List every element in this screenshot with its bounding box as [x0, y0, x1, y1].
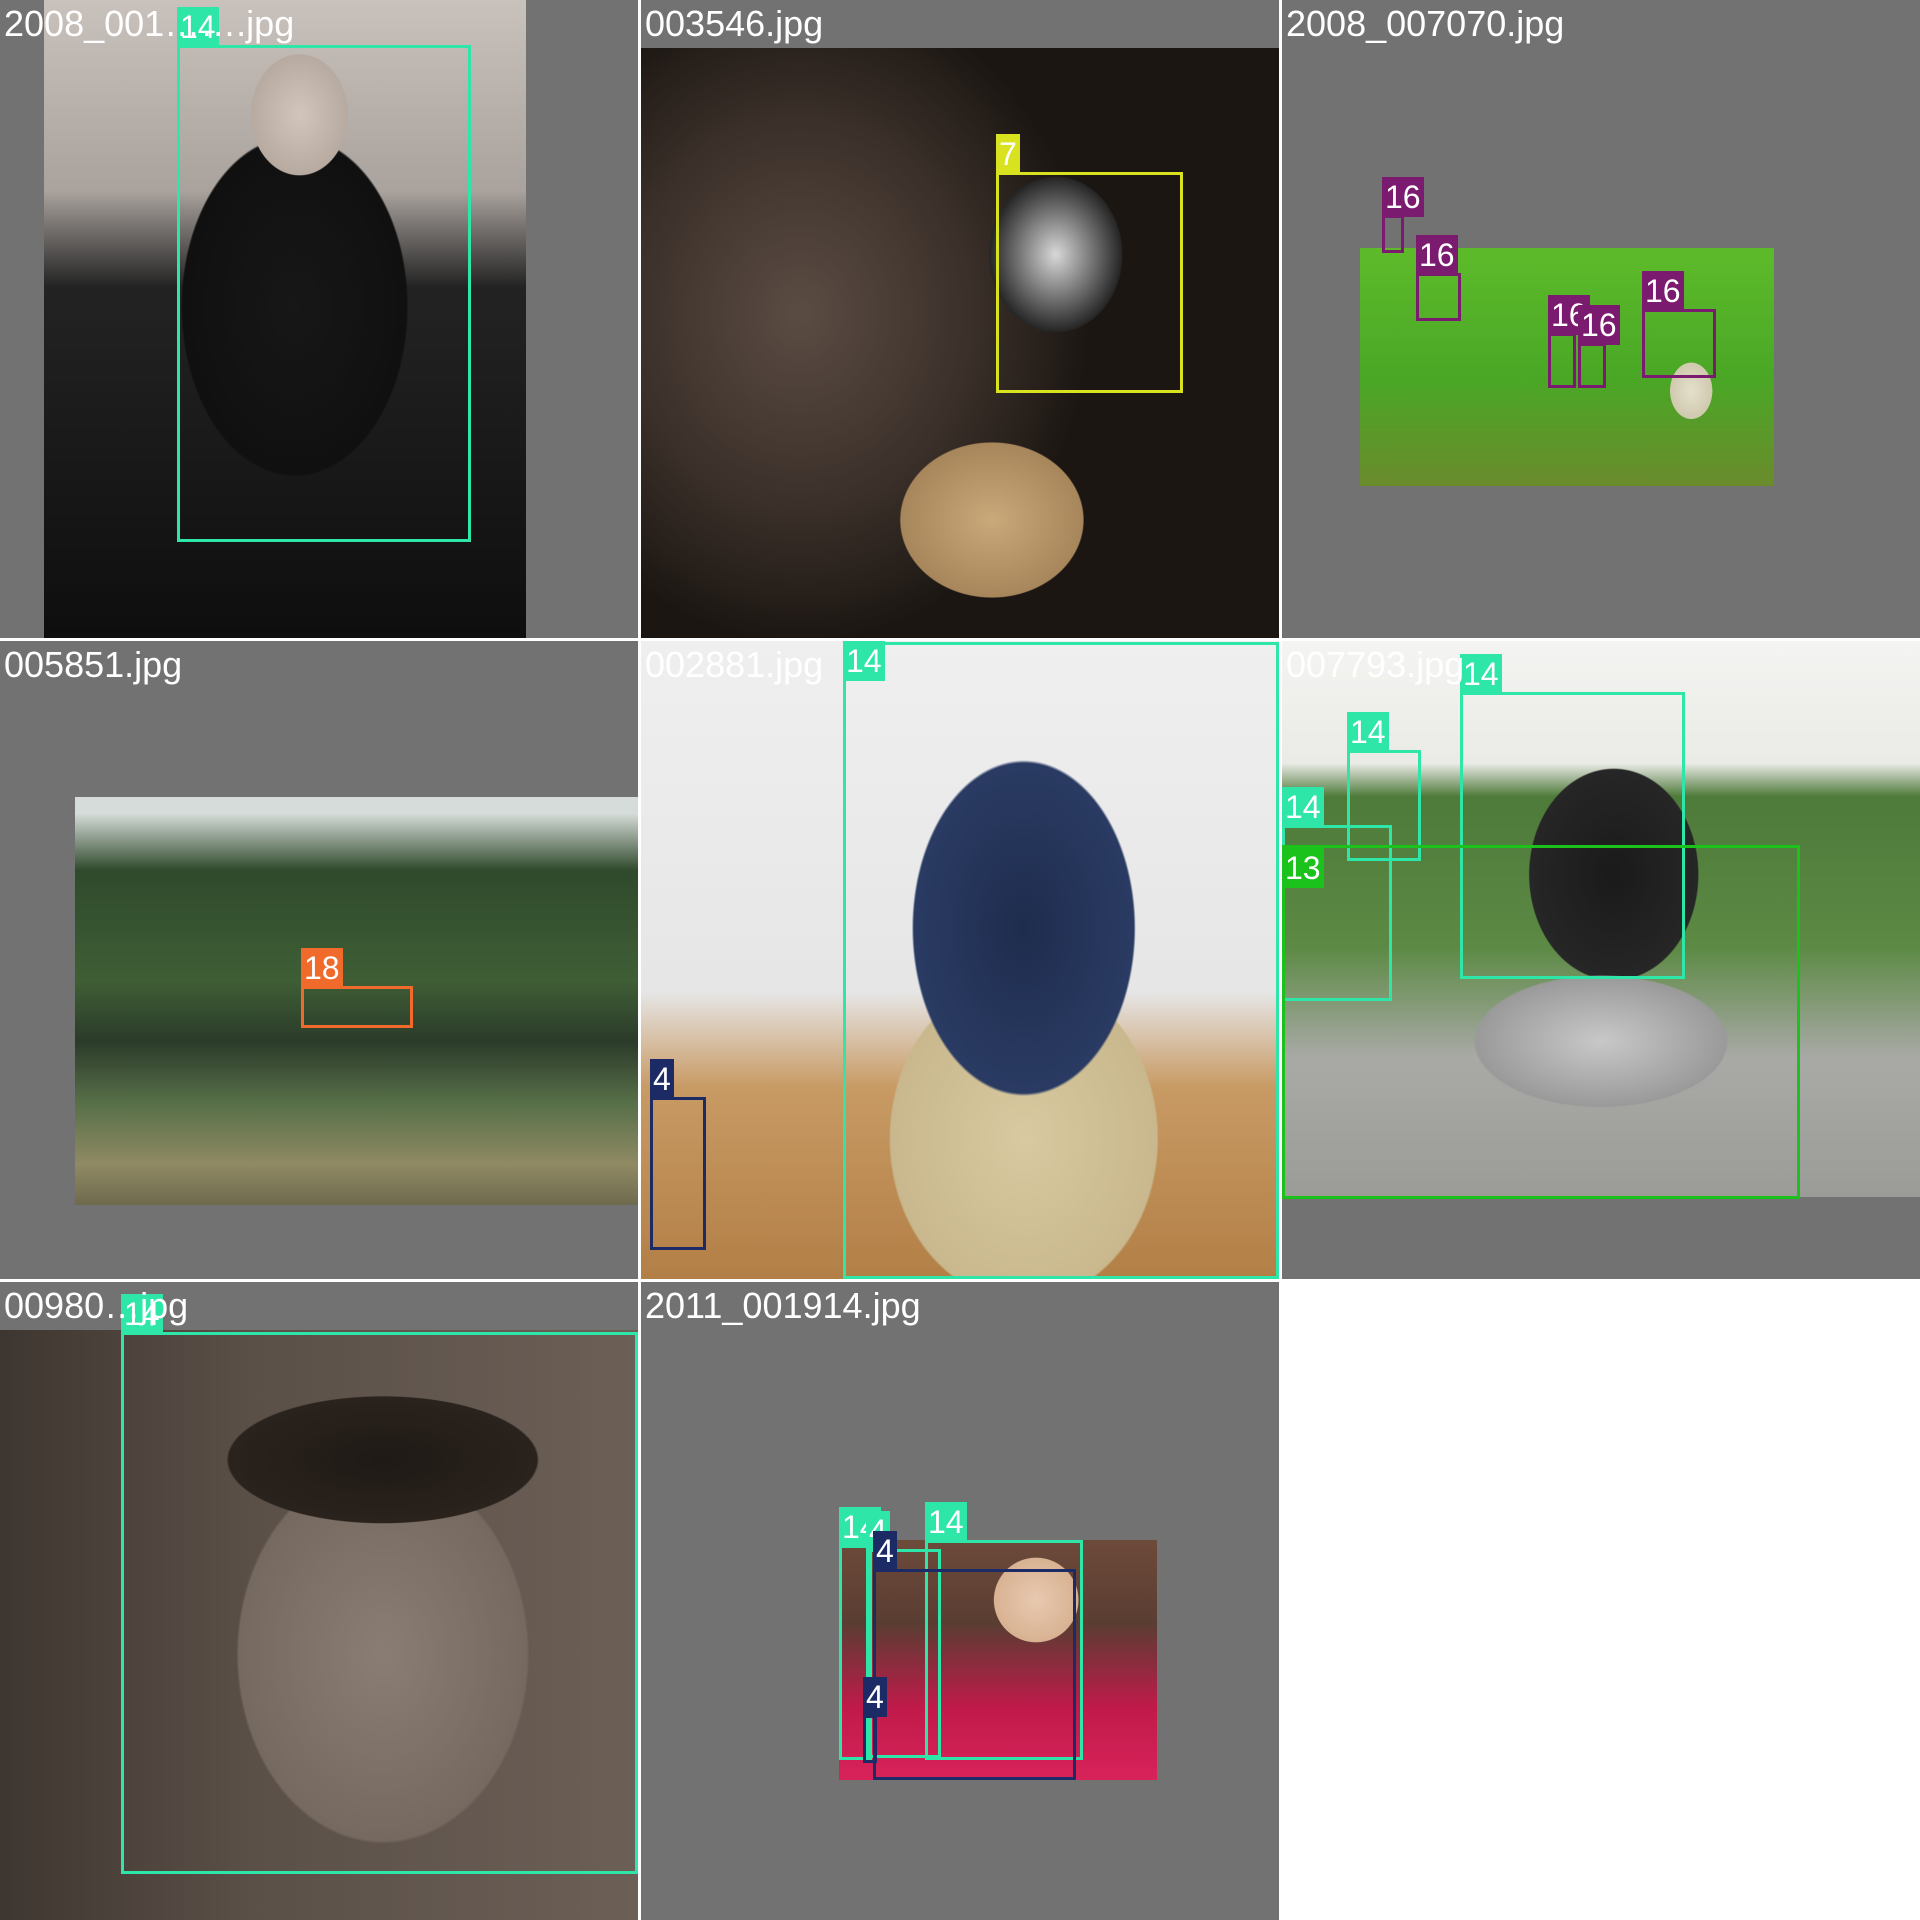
- image-tile-man-bench[interactable]: 14 4 002881.jpg: [641, 641, 1279, 1279]
- detection-box[interactable]: [1282, 845, 1800, 1199]
- detection-box[interactable]: [996, 172, 1183, 393]
- detection-class-label: 14: [925, 1502, 967, 1542]
- image-tile-face-closeup[interactable]: 14 00980…jpg: [0, 1282, 638, 1920]
- detection-box[interactable]: [843, 642, 1279, 1279]
- detection-class-label: 16: [1416, 235, 1458, 275]
- detection-box[interactable]: [1642, 309, 1716, 378]
- detection-box[interactable]: [301, 986, 413, 1028]
- image-tile-rabbit-cat[interactable]: 7 003546.jpg: [641, 0, 1279, 638]
- detection-class-label: 16: [1642, 271, 1684, 311]
- image-filename: 002881.jpg: [645, 644, 824, 685]
- detection-class-label: 16: [1382, 177, 1424, 217]
- image-filename: 2011_001914.jpg: [645, 1285, 921, 1326]
- image-tile-train-valley[interactable]: 18 005851.jpg: [0, 641, 638, 1279]
- detection-class-label: 14: [843, 641, 885, 681]
- image-filename: 2008_007070.jpg: [1286, 3, 1565, 44]
- image-filename: 003546.jpg: [645, 3, 824, 44]
- image-tile-sheep-field[interactable]: 16 16 16 16 16 2008_007070.jpg: [1282, 0, 1920, 638]
- image-tile-motorcycle[interactable]: 14 14 14 13 007793.jpg: [1282, 641, 1920, 1279]
- detection-class-label: 16: [1578, 305, 1620, 345]
- image-filename: 007793.jpg: [1286, 644, 1465, 685]
- detection-class-label: 14: [1347, 712, 1389, 752]
- detection-box[interactable]: [873, 1569, 1076, 1780]
- photo-rabbit-cat: [641, 48, 1279, 638]
- detection-class-label: 14: [1282, 787, 1324, 827]
- detection-box[interactable]: [650, 1097, 706, 1250]
- image-filename: 00980…jpg: [4, 1285, 189, 1326]
- detection-class-label: 18: [301, 948, 343, 988]
- detection-box[interactable]: [1578, 343, 1606, 388]
- detection-box[interactable]: [1382, 215, 1404, 253]
- detection-box[interactable]: [1548, 333, 1576, 388]
- image-tile-group-couch[interactable]: 14414442011_001914.jpg: [641, 1282, 1279, 1920]
- detection-box[interactable]: [1416, 273, 1461, 321]
- detection-class-label: 7: [996, 134, 1020, 174]
- image-tile-guitarist-stage[interactable]: 14 2008_001…….jpg: [0, 0, 638, 638]
- detection-box[interactable]: [863, 1715, 877, 1763]
- image-filename: 2008_001…….jpg: [4, 3, 295, 44]
- detection-class-label: 4: [650, 1059, 674, 1099]
- detection-box[interactable]: [177, 45, 471, 542]
- detection-class-label: 13: [1282, 848, 1324, 888]
- detection-class-label: 14: [1460, 654, 1502, 694]
- detection-box[interactable]: [121, 1332, 638, 1874]
- detection-class-label: 4: [863, 1677, 887, 1717]
- image-filename: 005851.jpg: [4, 644, 183, 685]
- detection-class-label: 4: [873, 1531, 897, 1571]
- detection-mosaic: 14 2008_001…….jpg 7 003546.jpg 16 16 16 16 16 200…: [0, 0, 1920, 1920]
